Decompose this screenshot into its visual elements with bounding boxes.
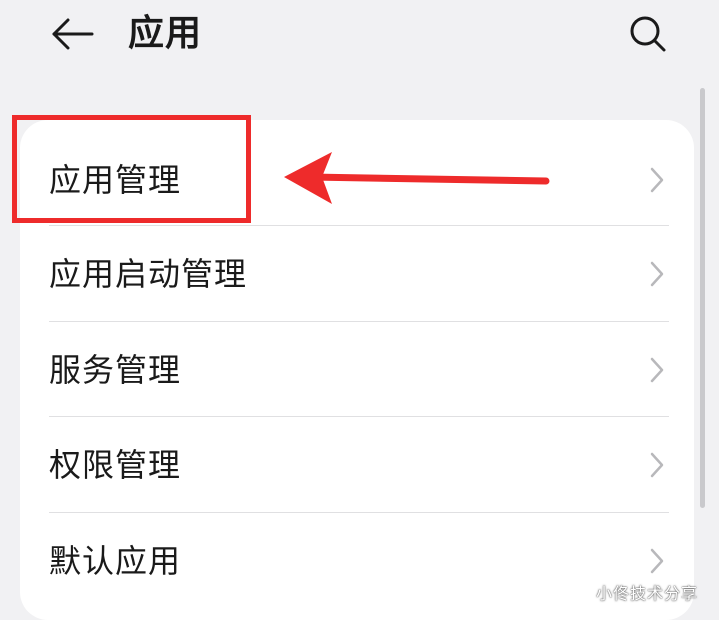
menu-item-permission-management[interactable]: 权限管理 xyxy=(20,417,694,513)
watermark: 小佟技术分享 xyxy=(596,584,699,603)
chevron-right-icon xyxy=(650,357,664,383)
menu-item-label: 应用启动管理 xyxy=(49,255,248,293)
chevron-right-icon xyxy=(650,261,664,287)
page-title: 应用 xyxy=(128,13,203,54)
menu-item-app-launch-management[interactable]: 应用启动管理 xyxy=(20,226,694,322)
annotation-highlight-box xyxy=(12,115,251,223)
search-button[interactable] xyxy=(622,10,674,58)
menu-item-label: 权限管理 xyxy=(49,446,182,484)
chevron-right-icon xyxy=(650,452,664,478)
chevron-right-icon xyxy=(650,548,664,574)
annotation-arrow xyxy=(284,152,550,204)
menu-item-label: 默认应用 xyxy=(49,542,182,580)
chevron-right-icon xyxy=(650,167,664,193)
back-button[interactable] xyxy=(44,10,100,58)
menu-item-label: 服务管理 xyxy=(49,351,182,389)
search-icon xyxy=(630,16,666,52)
scrollbar[interactable] xyxy=(700,88,705,508)
menu-item-default-apps[interactable]: 默认应用 xyxy=(20,513,694,609)
menu-item-service-management[interactable]: 服务管理 xyxy=(20,322,694,418)
arrow-left-icon xyxy=(52,18,94,50)
app-header: 应用 xyxy=(0,0,719,80)
